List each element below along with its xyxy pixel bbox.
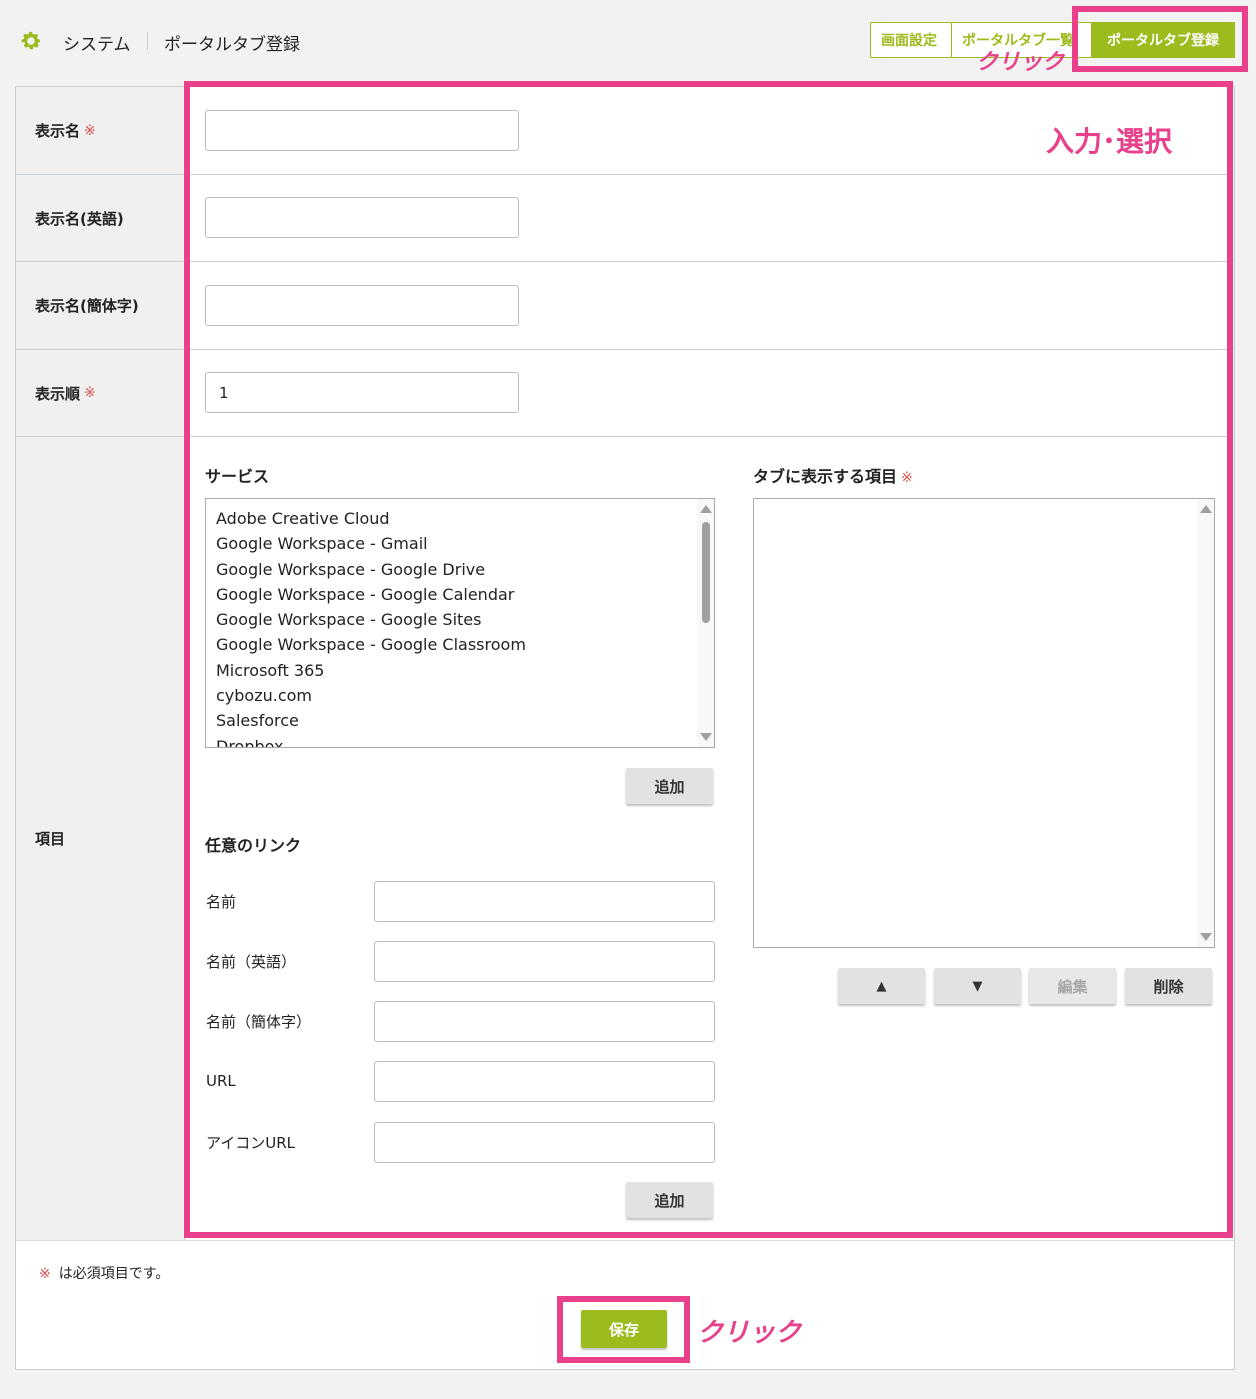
required-mark: ※ [84, 385, 96, 401]
display-order-label: 表示順 ※ [16, 350, 185, 436]
required-mark: ※ [84, 122, 96, 139]
tab-screen-settings[interactable]: 画面設定 [870, 22, 952, 58]
highlight-form-area [184, 81, 1233, 1238]
footer-divider [16, 1240, 1234, 1241]
display-name-label: 表示名 ※ [16, 87, 185, 174]
breadcrumb-current-page: ポータルタブ登録 [164, 35, 300, 55]
breadcrumb-separator [147, 32, 148, 50]
annotation-click-top: クリック [976, 50, 1065, 75]
highlight-register-tab [1072, 6, 1248, 72]
required-mark: ※ [39, 1266, 51, 1282]
gear-icon [21, 31, 41, 50]
breadcrumb-system[interactable]: システム [63, 30, 131, 55]
required-note: ※ は必須項目です。 [39, 1266, 170, 1282]
annotation-click-bottom: クリック [697, 1318, 802, 1348]
items-label: 項目 [16, 437, 185, 1240]
highlight-save-button [557, 1296, 690, 1363]
annotation-input-select: 入力･選択 [1046, 125, 1173, 158]
display-name-en-label: 表示名(英語) [16, 175, 185, 261]
display-name-zh-label: 表示名(簡体字) [16, 262, 185, 349]
